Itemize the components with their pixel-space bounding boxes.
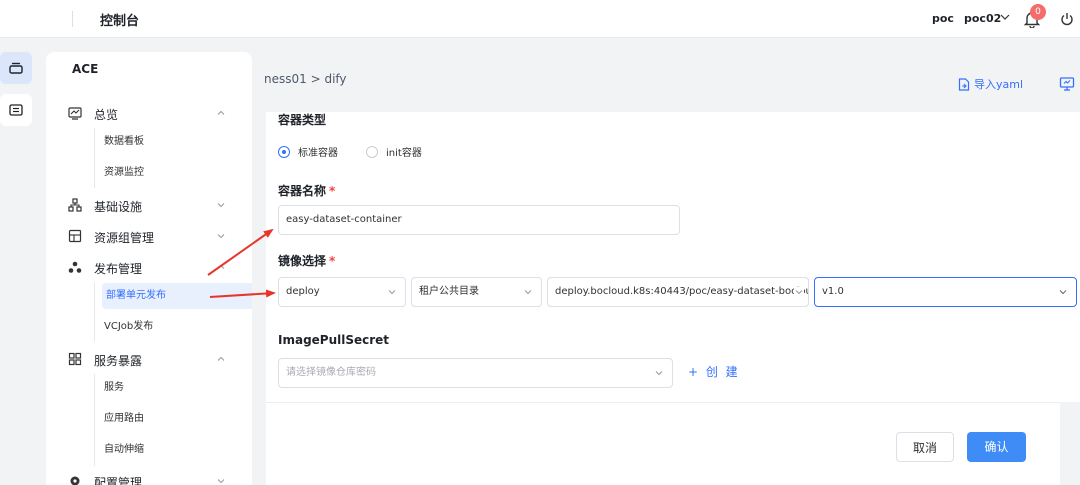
image-pull-secret-label: ImagePullSecret: [278, 333, 390, 347]
user-name[interactable]: poc: [932, 12, 954, 25]
container-name-input[interactable]: easy-dataset-container: [278, 205, 680, 235]
sidebar-item-vcjob[interactable]: VCJob发布: [104, 314, 244, 340]
image-catalog-value: 租户公共目录: [419, 286, 479, 297]
sidebar-group-label: 基础设施: [94, 200, 143, 214]
sidebar-brand: ACE: [72, 62, 99, 76]
sidebar-item-deploy-unit[interactable]: 部署单元发布: [102, 283, 252, 309]
import-yaml-button[interactable]: 导入yaml: [958, 76, 1023, 92]
release-icon: [68, 261, 82, 273]
gear-icon: [70, 476, 80, 485]
top-bar: 控制台 poc poc02 0: [0, 0, 1080, 38]
confirm-button[interactable]: 确认: [967, 432, 1026, 462]
sidebar-group-label: 配置管理: [94, 476, 143, 485]
container-type-label: 容器类型: [278, 113, 327, 127]
sidebar-group-service[interactable]: 服务暴露: [46, 346, 252, 372]
radio-label: 标准容器: [298, 148, 338, 159]
chevron-up-icon: [217, 110, 225, 115]
cancel-button[interactable]: 取消: [896, 432, 954, 462]
required-mark: *: [329, 184, 336, 198]
chevron-up-icon: [217, 264, 225, 269]
chevron-down-icon: [217, 479, 225, 484]
sidebar-item-service[interactable]: 服务: [104, 375, 244, 401]
power-icon[interactable]: [1060, 12, 1074, 26]
chevron-up-icon: [217, 356, 225, 361]
file-import-icon: [958, 77, 970, 91]
infrastructure-icon: [68, 198, 82, 212]
notification-badge: 0: [1030, 4, 1046, 20]
chevron-down-icon: [388, 290, 396, 295]
radio-dot[interactable]: [366, 145, 378, 158]
sidebar-group-label: 资源组管理: [94, 231, 155, 245]
sidebar-group-config[interactable]: 配置管理: [46, 468, 252, 485]
sidebar-group-label: 发布管理: [94, 262, 143, 276]
chevron-down-icon: [1059, 290, 1067, 295]
radio-standard-container[interactable]: 标准容器: [278, 144, 338, 159]
chevron-down-icon[interactable]: [1000, 12, 1010, 22]
sidebar: ACE 总览 数据看板 资源监控 基础设施 资源组管理 发布管理 部署单元发布 …: [46, 52, 252, 485]
sidebar-group-resource-group[interactable]: 资源组管理: [46, 223, 252, 249]
required-mark: *: [329, 254, 336, 268]
chevron-down-icon: [794, 287, 804, 297]
container-name-label-text: 容器名称: [278, 184, 327, 198]
container-name-label: 容器名称 *: [278, 182, 335, 199]
sidebar-group-infrastructure[interactable]: 基础设施: [46, 192, 252, 218]
monitor-icon[interactable]: [1059, 76, 1075, 92]
image-select-label: 镜像选择 *: [278, 252, 335, 269]
image-tag-select[interactable]: v1.0: [814, 277, 1077, 307]
image-mode-select[interactable]: deploy: [278, 277, 406, 307]
dashboard-icon: [68, 107, 82, 120]
image-mode-value: deploy: [286, 286, 320, 297]
top-divider: [72, 11, 73, 27]
sidebar-group-label: 服务暴露: [94, 354, 143, 368]
submenu-line: [94, 374, 95, 466]
sidebar-group-release[interactable]: 发布管理: [46, 254, 252, 280]
image-catalog-select[interactable]: 租户公共目录: [411, 277, 542, 307]
sidebar-item-data-board[interactable]: 数据看板: [104, 129, 244, 155]
submenu-line: [94, 128, 95, 188]
layers-icon: [9, 62, 23, 74]
radio-dot-checked[interactable]: [278, 145, 290, 158]
sidebar-item-app-route[interactable]: 应用路由: [104, 406, 244, 432]
radio-label: init容器: [386, 148, 422, 159]
create-secret-button[interactable]: + 创 建: [688, 363, 740, 380]
image-repository-select[interactable]: deploy.bocloud.k8s:40443/poc/easy-datase…: [547, 277, 809, 307]
image-repository-value: deploy.bocloud.k8s:40443/poc/easy-datase…: [555, 286, 809, 297]
submenu-line: [94, 282, 95, 342]
image-pull-secret-select[interactable]: 请选择镜像仓库密码: [278, 358, 673, 388]
grid-icon: [68, 352, 82, 366]
chevron-down-icon: [524, 290, 532, 295]
rail-list-button[interactable]: [0, 94, 32, 126]
sidebar-item-autoscale[interactable]: 自动伸缩: [104, 437, 244, 463]
image-tag-value: v1.0: [822, 286, 844, 297]
import-yaml-label: 导入yaml: [974, 78, 1024, 91]
chevron-down-icon: [217, 234, 225, 239]
rail-console-button[interactable]: [0, 52, 32, 84]
sidebar-group-overview[interactable]: 总览: [46, 100, 252, 126]
chevron-down-icon: [217, 203, 225, 208]
image-select-label-text: 镜像选择: [278, 254, 327, 268]
sidebar-group-label: 总览: [94, 108, 119, 122]
tenant-selector[interactable]: poc02: [964, 12, 1001, 25]
sidebar-item-resource-monitor[interactable]: 资源监控: [104, 160, 244, 186]
resource-group-icon: [68, 229, 82, 243]
list-card-icon: [9, 104, 23, 116]
radio-init-container[interactable]: init容器: [366, 144, 422, 159]
chevron-down-icon: [655, 371, 663, 376]
image-pull-secret-placeholder: 请选择镜像仓库密码: [286, 367, 376, 378]
breadcrumb[interactable]: ness01 > dify: [264, 72, 347, 86]
app-title: 控制台: [100, 14, 140, 29]
